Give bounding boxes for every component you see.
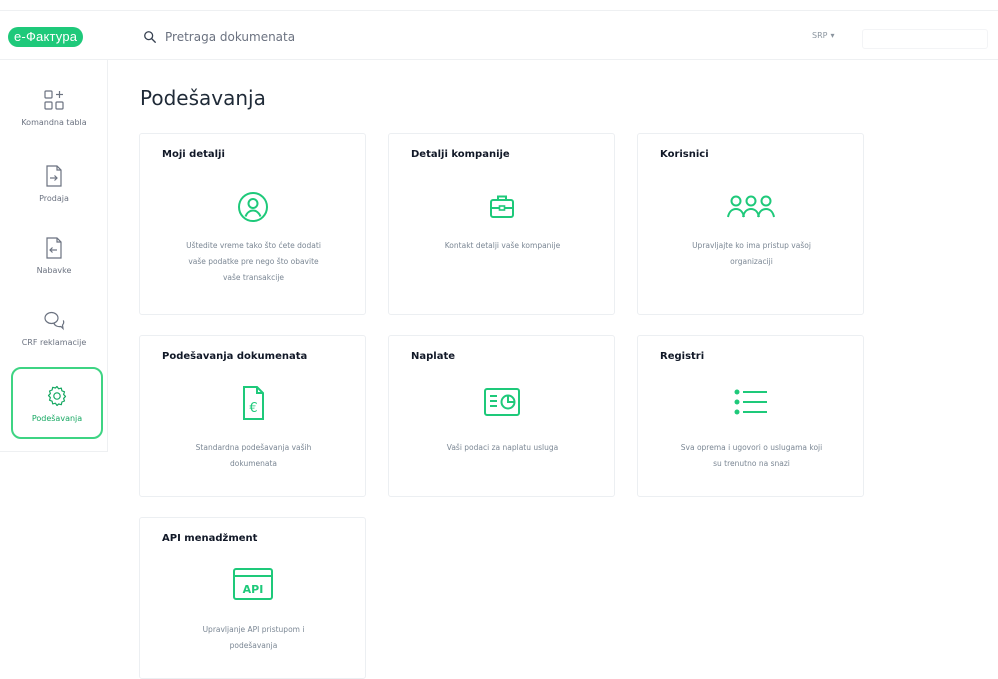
card-description: Kontakt detalji vaše kompanije	[409, 238, 596, 254]
card-description: Uštedite vreme tako što ćete dodati vaše…	[160, 238, 347, 286]
card-description-line: organizaciji	[730, 257, 773, 266]
app-logo[interactable]: e-Фактура	[8, 27, 84, 47]
sidebar-item-label: Komandna tabla	[21, 118, 87, 127]
incoming-document-icon	[46, 237, 62, 259]
card-icon-wrapper: API	[140, 566, 365, 602]
outgoing-document-icon	[46, 165, 62, 187]
card-icon-wrapper: €	[140, 384, 365, 422]
card-icon-wrapper	[389, 190, 614, 224]
search-input[interactable]: Pretraga dokumenata	[165, 30, 295, 44]
card-title: Registri	[660, 351, 705, 362]
sidebar-item-dashboard[interactable]: Komandna tabla	[0, 88, 108, 127]
card-icon-wrapper	[638, 190, 863, 224]
card-description-line: Sva oprema i ugovori o uslugama koji	[680, 443, 823, 452]
sidebar: Komandna tabla Prodaja Nabavke CRF rekla…	[0, 60, 108, 452]
top-bar: e-Фактура Pretraga dokumenata SRP ▾	[0, 10, 998, 60]
settings-card-company-details[interactable]: Detalji kompanije Kontakt detalji vaše k…	[388, 133, 615, 315]
api-icon-label: API	[242, 583, 263, 596]
sidebar-item-label: CRF reklamacije	[21, 338, 87, 347]
card-description-line: Kontakt detalji vaše kompanije	[444, 241, 561, 250]
svg-text:€: €	[249, 401, 257, 416]
sidebar-item-sales[interactable]: Prodaja	[0, 164, 108, 203]
card-description-line: Upravljanje API pristupom i	[202, 625, 305, 634]
card-title: Korisnici	[660, 149, 709, 160]
card-title: Moji detalji	[162, 149, 225, 160]
card-description-line: Standardna podešavanja vaših	[195, 443, 312, 452]
gear-icon	[47, 385, 67, 406]
sidebar-item-settings[interactable]: Podešavanja	[11, 367, 103, 439]
card-description-line: Uštedite vreme tako što ćete dodati	[186, 241, 321, 250]
card-icon-wrapper	[389, 384, 614, 420]
card-description: Upravljajte ko ima pristup vašoj organiz…	[658, 238, 845, 270]
card-description: Sva oprema i ugovori o uslugama koji su …	[658, 440, 845, 472]
user-menu[interactable]	[862, 29, 988, 49]
language-selector[interactable]: SRP ▾	[812, 31, 834, 40]
card-title: Podešavanja dokumenata	[162, 351, 308, 362]
sidebar-item-label: Podešavanja	[31, 413, 83, 423]
settings-card-api-management[interactable]: API menadžment API Upravljanje API prist…	[139, 517, 366, 679]
briefcase-icon	[489, 195, 514, 218]
search-icon	[144, 31, 156, 43]
card-description-line: vaše podatke pre nego što obavite	[188, 257, 319, 266]
search-box[interactable]: Pretraga dokumenata	[143, 27, 295, 47]
sidebar-item-crf-complaints[interactable]: CRF reklamacije	[0, 308, 108, 347]
card-title: Naplate	[411, 351, 456, 362]
card-icon-wrapper	[140, 190, 365, 224]
card-description: Standardna podešavanja vaših dokumenata	[160, 440, 347, 472]
list-icon	[734, 389, 767, 415]
billing-icon	[483, 388, 520, 416]
card-description-line: vaše transakcije	[222, 273, 285, 282]
chevron-down-icon: ▾	[830, 31, 835, 40]
user-icon	[237, 192, 268, 222]
card-icon-wrapper	[638, 384, 863, 420]
card-description-line: su trenutno na snazi	[713, 459, 790, 468]
users-icon	[726, 195, 775, 218]
card-title: Detalji kompanije	[411, 149, 510, 160]
settings-card-registers[interactable]: Registri Sva oprema i ugovori o uslugama…	[637, 335, 864, 497]
sidebar-item-label: Prodaja	[39, 194, 69, 203]
settings-card-document-settings[interactable]: Podešavanja dokumenata € Standardna pode…	[139, 335, 366, 497]
card-title: API menadžment	[162, 533, 258, 544]
euro-document-icon: €	[242, 386, 264, 420]
chat-bubbles-icon	[44, 311, 65, 331]
card-description-line: dokumenata	[229, 459, 278, 468]
sidebar-item-purchases[interactable]: Nabavke	[0, 236, 108, 275]
card-description-line: Upravljajte ko ima pristup vašoj	[692, 241, 811, 250]
settings-card-users[interactable]: Korisnici Upravljajte ko ima pristup vaš…	[637, 133, 864, 315]
dashboard-icon	[44, 90, 64, 110]
page-title: Podešavanja	[140, 86, 266, 110]
api-icon: API	[232, 568, 273, 600]
language-label: SRP	[812, 31, 828, 40]
settings-card-my-details[interactable]: Moji detalji Uštedite vreme tako što ćet…	[139, 133, 366, 315]
sidebar-item-label: Nabavke	[36, 266, 72, 275]
card-description: Vaši podaci za naplatu usluga	[409, 440, 596, 456]
settings-card-billing[interactable]: Naplate Vaši podaci za naplatu usluga	[388, 335, 615, 497]
card-description-line: podešavanja	[229, 641, 278, 650]
card-description: Upravljanje API pristupom i podešavanja	[160, 622, 347, 654]
card-description-line: Vaši podaci za naplatu usluga	[446, 443, 559, 452]
